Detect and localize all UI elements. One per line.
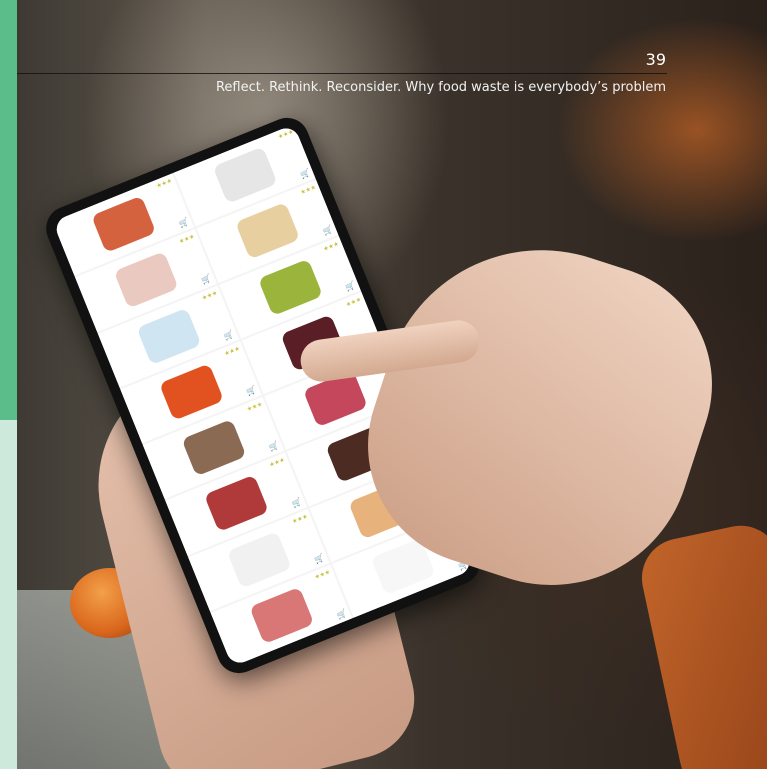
side-bar-green <box>0 0 17 420</box>
chicken-icon <box>113 251 179 310</box>
cart-icon[interactable]: 🛒 <box>177 217 190 229</box>
olives-icon <box>257 258 323 316</box>
running-header: Reflect. Rethink. Reconsider. Why food w… <box>215 80 666 95</box>
rating-stars-icon: ★★★ <box>200 289 219 302</box>
eggs-icon <box>90 195 156 254</box>
cart-icon[interactable]: 🛒 <box>313 553 326 565</box>
rating-stars-icon: ★★★ <box>268 456 286 470</box>
rating-stars-icon: ★★★ <box>290 512 309 525</box>
rating-stars-icon: ★★★ <box>178 233 196 246</box>
rating-stars-icon: ★★★ <box>299 184 318 197</box>
cart-icon[interactable]: 🛒 <box>223 329 236 341</box>
cart-icon[interactable]: 🛒 <box>344 280 357 292</box>
sausage-icon <box>203 475 269 533</box>
caviar-icon <box>158 363 224 421</box>
cart-icon[interactable]: 🛒 <box>290 497 303 509</box>
cart-icon[interactable]: 🛒 <box>200 273 213 285</box>
cart-icon[interactable]: 🛒 <box>245 385 258 397</box>
rating-stars-icon: ★★★ <box>313 568 332 581</box>
milk-bottle-icon <box>212 146 278 205</box>
page: ★★★ 🛒 ★★★ 🛒 ★★★ 🛒 ★★★ 🛒 ★★★ 🛒 ★★★ 🛒 ★★★ 🛒 ★★★ 🛒 ★★★ 🛒 ★★★ 🛒… <box>0 0 767 769</box>
bread-icon <box>181 419 247 477</box>
rating-stars-icon: ★★★ <box>245 400 264 414</box>
ham-icon <box>248 586 314 645</box>
rating-stars-icon: ★★★ <box>322 239 340 253</box>
cart-icon[interactable]: 🛒 <box>322 224 335 236</box>
rating-stars-icon: ★★★ <box>344 295 363 309</box>
cart-icon[interactable]: 🛒 <box>335 608 348 620</box>
rating-stars-icon: ★★★ <box>155 177 174 190</box>
water-bottle-icon <box>135 307 201 365</box>
cart-icon[interactable]: 🛒 <box>299 168 312 180</box>
header-rule <box>17 73 667 74</box>
sugar-icon <box>226 531 292 589</box>
cheese-icon <box>234 202 300 260</box>
cart-icon[interactable]: 🛒 <box>268 441 281 453</box>
page-number: 39 <box>645 50 666 69</box>
side-bar-mint <box>0 420 17 769</box>
rating-stars-icon: ★★★ <box>223 344 241 358</box>
rating-stars-icon: ★★★ <box>277 128 295 141</box>
